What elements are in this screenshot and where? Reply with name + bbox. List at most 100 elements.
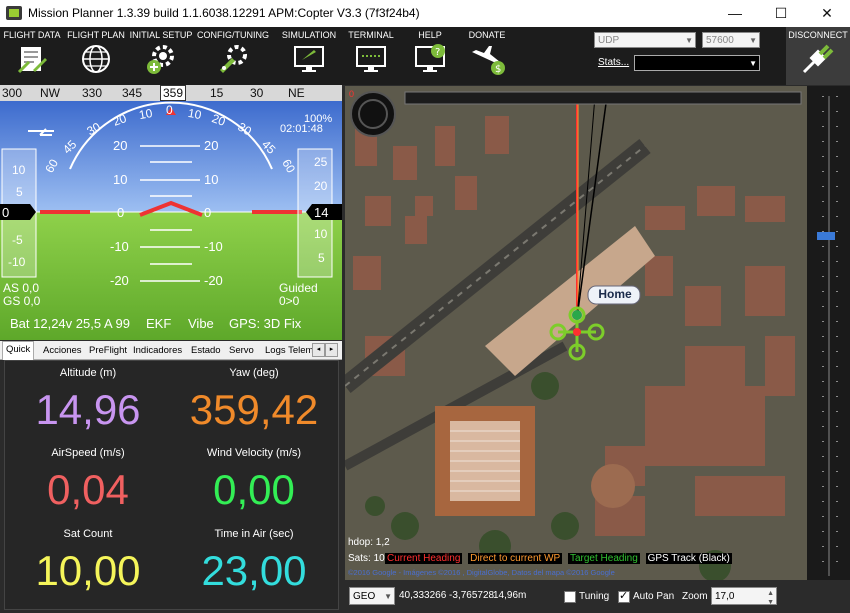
port-select-value: UDP <box>598 35 620 46</box>
stats-link[interactable]: Stats... <box>598 57 629 68</box>
flight-mode: Guided <box>279 281 318 295</box>
globe-icon <box>82 45 110 73</box>
simulation-button[interactable]: SIMULATION <box>276 27 342 85</box>
map-status-bar: GEO ▼ 40,333266 -3,765728 14,96m Tuning ✓… <box>345 582 850 613</box>
quick-cell-altitude[interactable]: Altitude (m) 14,96 <box>5 367 171 435</box>
quick-value: 10,00 <box>35 547 141 594</box>
speed-readout: 0 <box>2 205 10 220</box>
tab-preflight[interactable]: PreFlight <box>86 343 130 359</box>
quick-label: Sat Count <box>63 528 113 540</box>
donate-label: DONATE <box>468 30 506 40</box>
alt-tick-label: 20 <box>314 179 328 193</box>
minimize-button[interactable]: — <box>712 0 758 27</box>
flight-plan-button[interactable]: FLIGHT PLAN <box>64 27 128 85</box>
maximize-button[interactable]: ☐ <box>758 0 804 27</box>
quick-label: Altitude (m) <box>59 367 117 379</box>
terminal-monitor-icon <box>356 46 386 72</box>
flight-plan-label: FLIGHT PLAN <box>67 30 125 40</box>
terminal-label: TERMINAL <box>348 30 394 40</box>
legend-direct-wp: Direct to current WP <box>468 553 563 564</box>
quick-label: Yaw (deg) <box>229 367 279 379</box>
satellite-map <box>345 86 807 580</box>
config-tuning-label: CONFIG/TUNING <box>197 30 269 40</box>
gps-status: GPS: 3D Fix <box>229 316 302 331</box>
alt-tick-label: 25 <box>314 155 328 169</box>
flight-data-label: FLIGHT DATA <box>3 30 61 40</box>
terminal-button[interactable]: TERMINAL <box>343 27 399 85</box>
initial-setup-button[interactable]: INITIAL SETUP <box>128 27 194 85</box>
alt-tick-label: 5 <box>318 251 325 265</box>
window-title: Mission Planner 1.3.39 build 1.1.6038.12… <box>28 6 420 20</box>
help-button[interactable]: HELP ? <box>404 27 456 85</box>
hud-panel: 300 NW 330 345 359 15 30 NE 60 45 30 20 … <box>0 85 342 340</box>
tuning-label: Tuning <box>579 591 610 602</box>
quick-label: Wind Velocity (m/s) <box>206 447 302 459</box>
baud-select[interactable]: 57600 ▼ <box>702 32 760 48</box>
tab-acciones[interactable]: Acciones <box>40 343 85 359</box>
distance-indicator: 0 <box>349 89 355 99</box>
speed-tick-label: 10 <box>12 163 26 177</box>
plug-icon <box>802 44 834 74</box>
svg-text:?: ? <box>435 47 440 58</box>
zoom-value: 17,0 <box>715 591 735 602</box>
flight-data-icon <box>17 47 47 74</box>
tab-servo[interactable]: Servo <box>226 343 257 359</box>
tabs-scroll-right[interactable]: ▸ <box>325 343 338 357</box>
disconnect-button[interactable]: DISCONNECT <box>786 27 850 85</box>
gear-plus-icon <box>147 45 174 74</box>
plane-dollar-icon: $ <box>472 46 505 75</box>
monitor-plane-icon <box>294 46 324 72</box>
quick-label: Time in Air (sec) <box>214 528 294 540</box>
flight-time: 02:01:48 <box>280 123 323 135</box>
config-tuning-button[interactable]: CONFIG/TUNING <box>196 27 270 85</box>
quick-cell-yaw[interactable]: Yaw (deg) 359,42 <box>171 367 337 435</box>
quick-cell-time-in-air[interactable]: Time in Air (sec) 23,00 <box>171 528 337 596</box>
main-toolbar: FLIGHT DATA FLIGHT PLAN INITIAL SETUP CO… <box>0 27 850 85</box>
map-copyright: ©2016 Google - Imágenes ©2016 , DigitalG… <box>348 568 615 577</box>
app-icon <box>6 6 22 20</box>
quick-value: 14,96 <box>35 386 141 433</box>
quick-cell-sats[interactable]: Sat Count 10,00 <box>5 528 171 596</box>
alt-tick-label: 10 <box>314 227 328 241</box>
altitude-slider[interactable] <box>807 86 850 580</box>
tabs-scroll-left[interactable]: ◂ <box>312 343 325 357</box>
help-label: HELP <box>418 30 442 40</box>
stats-select[interactable]: ▼ <box>634 55 760 71</box>
quick-cell-wind[interactable]: Wind Velocity (m/s) 0,00 <box>171 447 337 515</box>
airspeed-text: AS 0,0 <box>3 281 40 295</box>
chevron-down-icon[interactable]: ▼ <box>767 594 774 612</box>
coord-mode-select[interactable]: GEO ▼ <box>349 587 395 605</box>
zoom-stepper[interactable]: 17,0 ▲ ▼ <box>711 587 777 606</box>
ekf-status[interactable]: EKF <box>146 316 171 331</box>
autopan-checkbox[interactable]: ✓ <box>618 590 630 603</box>
coord-mode-value: GEO <box>353 591 376 602</box>
tab-indicadores[interactable]: Indicadores <box>130 343 185 359</box>
close-button[interactable]: ✕ <box>804 0 850 27</box>
home-label[interactable]: Home <box>589 287 641 301</box>
legend-gps-track: GPS Track (Black) <box>645 553 732 564</box>
legend-target-heading: Target Heading <box>567 553 640 564</box>
baud-select-value: 57600 <box>706 35 734 46</box>
quick-value: 0,00 <box>213 466 295 513</box>
vibe-status[interactable]: Vibe <box>188 316 214 331</box>
tab-quick[interactable]: Quick <box>2 341 35 360</box>
port-select[interactable]: UDP ▼ <box>594 32 696 48</box>
tuning-checkbox[interactable] <box>564 591 576 603</box>
quick-cell-airspeed[interactable]: AirSpeed (m/s) 0,04 <box>5 447 171 515</box>
tab-logs-telem[interactable]: Logs Telem <box>262 343 314 359</box>
coords-text: 40,333266 -3,765728 <box>399 590 495 601</box>
battery-status: Bat 12,24v 25,5 A 99 <box>10 316 130 331</box>
quick-panel: Altitude (m) 14,96 Yaw (deg) 359,42 AirS… <box>4 360 339 610</box>
donate-button[interactable]: DONATE $ <box>460 27 514 85</box>
flight-data-button[interactable]: FLIGHT DATA <box>2 27 62 85</box>
chevron-down-icon: ▼ <box>685 36 693 45</box>
zoom-slider-panel <box>807 86 850 580</box>
speed-tick-label: 5 <box>16 185 23 199</box>
svg-text:$: $ <box>495 64 501 75</box>
hdop-text: hdop: 1,2 <box>348 537 390 548</box>
alt-readout: 14 <box>314 205 329 220</box>
sats-text: Sats: 10 <box>348 553 385 564</box>
tab-estado[interactable]: Estado <box>188 343 224 359</box>
map-view[interactable]: 0 Home hdop: 1,2 Sats: 10 Current Headin… <box>345 86 807 580</box>
speed-tick-label: -5 <box>12 233 23 247</box>
